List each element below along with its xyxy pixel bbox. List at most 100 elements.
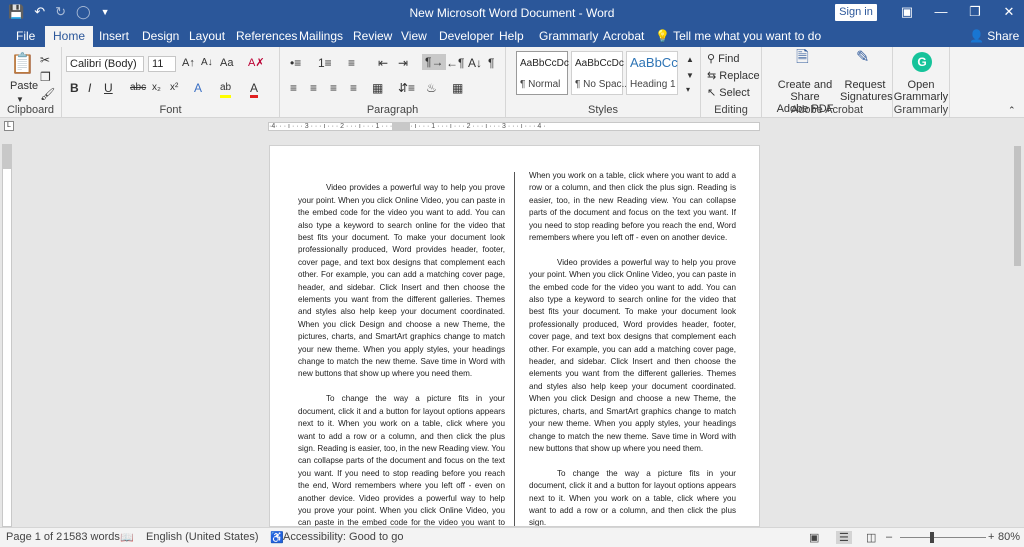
- zoom-level[interactable]: 80%: [998, 531, 1020, 543]
- tab-developer[interactable]: Developer: [437, 26, 496, 47]
- tab-view[interactable]: View: [399, 26, 429, 47]
- tab-selector[interactable]: L: [4, 121, 14, 131]
- select-button[interactable]: ↖ Select: [707, 86, 750, 100]
- tab-grammarly[interactable]: Grammarly: [537, 26, 600, 47]
- tab-home[interactable]: Home: [45, 26, 94, 47]
- numbering-icon[interactable]: 1≡: [318, 56, 332, 70]
- proofing-icon[interactable]: 📖: [120, 531, 134, 544]
- justify-icon[interactable]: ≡: [350, 81, 357, 95]
- bold-icon[interactable]: B: [70, 81, 79, 95]
- borders-icon[interactable]: ▦: [452, 81, 463, 95]
- adobe-acrobat-label: Adobe Acrobat: [790, 104, 864, 116]
- ribbon-display-options-icon[interactable]: ▣: [890, 2, 924, 22]
- strikethrough-icon[interactable]: abc: [130, 81, 146, 95]
- paragraph[interactable]: Video provides a powerful way to help yo…: [529, 257, 736, 456]
- styles-scroll-down-icon[interactable]: ▼: [686, 69, 694, 83]
- styles-more-icon[interactable]: ▾: [686, 83, 690, 97]
- tab-review[interactable]: Review: [351, 26, 394, 47]
- tab-acrobat[interactable]: Acrobat: [601, 26, 646, 47]
- share-button[interactable]: 👤 Share: [969, 26, 1019, 46]
- collapse-ribbon-icon[interactable]: ⌃: [1008, 103, 1016, 117]
- print-layout-icon[interactable]: ◫: [866, 531, 876, 544]
- highlight-icon[interactable]: ab: [220, 81, 232, 98]
- tab-design[interactable]: Design: [140, 26, 181, 47]
- line-spacing-icon[interactable]: ⇵≡: [398, 81, 415, 95]
- find-button[interactable]: ⚲ Find: [707, 52, 740, 66]
- show-formatting-icon[interactable]: ¶: [488, 56, 494, 70]
- align-left-icon[interactable]: ≡: [290, 81, 297, 95]
- grow-font-icon[interactable]: A↑: [182, 56, 195, 70]
- close-icon[interactable]: ✕: [992, 2, 1024, 22]
- align-center-icon[interactable]: ≡: [310, 81, 317, 95]
- zoom-slider[interactable]: [900, 537, 986, 538]
- word-count[interactable]: 1583 words: [63, 531, 120, 543]
- accessibility-icon: ♿: [270, 532, 284, 544]
- document-page[interactable]: Video provides a powerful way to help yo…: [269, 145, 760, 527]
- paragraph[interactable]: To change the way a picture fits in your…: [298, 393, 505, 526]
- read-mode-icon[interactable]: ☰: [836, 531, 852, 544]
- style-name: Heading 1: [630, 79, 676, 90]
- subscript-icon[interactable]: x₂: [152, 81, 161, 95]
- rtl-icon[interactable]: ←¶: [446, 56, 464, 70]
- zoom-slider-thumb[interactable]: [930, 532, 934, 543]
- multilevel-list-icon[interactable]: ≡: [348, 56, 355, 70]
- page-count[interactable]: Page 1 of 2: [6, 531, 62, 543]
- zoom-in-icon[interactable]: +: [988, 531, 994, 543]
- request-signatures-button[interactable]: Request Signatures: [840, 79, 893, 103]
- focus-mode-icon[interactable]: ▣: [809, 531, 819, 544]
- font-size-box[interactable]: 11: [148, 56, 176, 72]
- vertical-scrollbar[interactable]: [1011, 134, 1024, 527]
- accessibility-status[interactable]: Accessibility: Good to go: [283, 531, 403, 543]
- language[interactable]: English (United States): [146, 531, 259, 543]
- paragraph[interactable]: Video provides a powerful way to help yo…: [298, 182, 505, 381]
- minimize-icon[interactable]: —: [924, 2, 958, 22]
- italic-icon[interactable]: I: [88, 81, 91, 95]
- tab-insert[interactable]: Insert: [97, 26, 131, 47]
- tell-me-box[interactable]: 💡 Tell me what you want to do: [655, 26, 821, 46]
- editing-group: ⚲ Find ⇆ Replace ↖ Select Editing: [701, 47, 762, 118]
- ltr-icon[interactable]: ¶→: [422, 54, 447, 70]
- tab-file[interactable]: File: [14, 26, 37, 47]
- zoom-out-icon[interactable]: –: [886, 531, 892, 543]
- tab-mailings[interactable]: Mailings: [297, 26, 345, 47]
- sign-in-button[interactable]: Sign in: [835, 4, 877, 21]
- cut-icon[interactable]: ✂: [40, 53, 50, 67]
- tab-references[interactable]: References: [234, 26, 299, 47]
- superscript-icon[interactable]: x²: [170, 81, 178, 95]
- style-no-spacing[interactable]: AaBbCcDc ¶ No Spac...: [571, 51, 630, 95]
- open-grammarly-button[interactable]: Open Grammarly: [893, 79, 949, 103]
- shrink-font-icon[interactable]: A↓: [201, 56, 213, 70]
- paragraph[interactable]: When you work on a table, click where yo…: [529, 170, 736, 244]
- text-effects-icon[interactable]: A: [194, 81, 202, 95]
- scroll-thumb[interactable]: [1014, 146, 1021, 266]
- replace-button[interactable]: ⇆ Replace: [707, 69, 760, 83]
- paragraph[interactable]: To change the way a picture fits in your…: [529, 468, 736, 526]
- font-color-icon[interactable]: A: [250, 81, 259, 98]
- change-case-icon[interactable]: Aa: [220, 56, 233, 70]
- clipboard-label: Clipboard: [6, 104, 55, 116]
- underline-icon[interactable]: U: [104, 81, 113, 95]
- horizontal-ruler: L ·4· · · ı · · · 3 · · · ı · · · 2 · · …: [0, 118, 1024, 134]
- copy-icon[interactable]: ❐: [40, 70, 51, 84]
- restore-icon[interactable]: ❐: [958, 2, 992, 22]
- styles-scroll-up-icon[interactable]: ▲: [686, 53, 694, 67]
- bullets-icon[interactable]: •≡: [290, 56, 301, 70]
- grammarly-label: Grammarly: [893, 91, 949, 103]
- style-name: ¶ Normal: [520, 79, 561, 90]
- columns-icon[interactable]: ▦: [372, 81, 383, 95]
- paste-icon[interactable]: 📋: [10, 53, 35, 75]
- style-normal[interactable]: AaBbCcDc ¶ Normal: [516, 51, 569, 95]
- paste-button[interactable]: Paste: [10, 79, 38, 93]
- format-painter-icon[interactable]: 🖌: [40, 87, 55, 101]
- clear-formatting-icon[interactable]: A✗: [248, 56, 265, 70]
- sort-icon[interactable]: A↓: [468, 56, 482, 70]
- ruler-bar[interactable]: ·4· · · ı · · · 3 · · · ı · · · 2 · · · …: [268, 122, 760, 131]
- font-name-box[interactable]: Calibri (Body): [66, 56, 144, 72]
- align-right-icon[interactable]: ≡: [330, 81, 337, 95]
- tab-layout[interactable]: Layout: [187, 26, 227, 47]
- style-heading-1[interactable]: AaBbCc Heading 1: [626, 51, 678, 95]
- increase-indent-icon[interactable]: ⇥: [398, 56, 408, 70]
- decrease-indent-icon[interactable]: ⇤: [378, 56, 388, 70]
- shading-icon[interactable]: ♨: [426, 81, 437, 95]
- tab-help[interactable]: Help: [497, 26, 526, 47]
